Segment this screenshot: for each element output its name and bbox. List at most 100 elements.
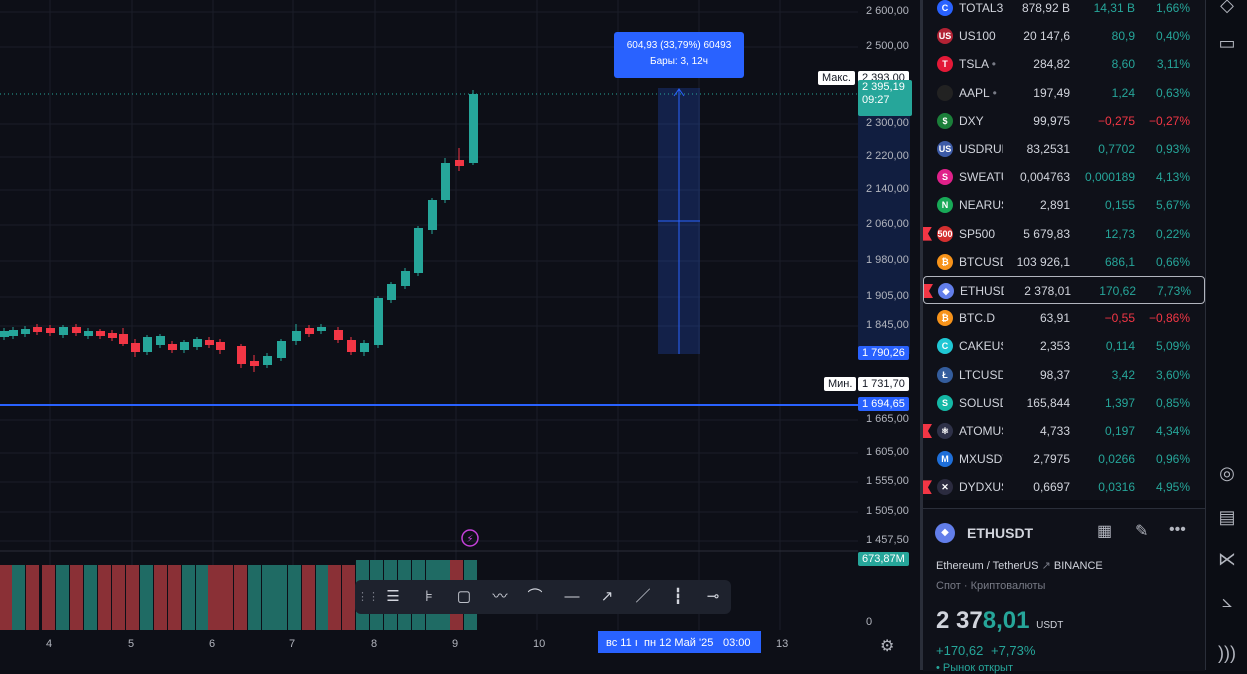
- volume-bar: [126, 565, 139, 630]
- horizontal-line-icon[interactable]: —: [560, 586, 584, 608]
- dash-line-icon[interactable]: ⊸: [701, 586, 725, 608]
- watchlist-row[interactable]: US US100 20 147,6 80,9 0,40%: [923, 22, 1205, 50]
- flag-icon[interactable]: [924, 284, 933, 298]
- flag-icon[interactable]: [923, 480, 932, 495]
- watchlist-change: −0,275: [1097, 113, 1135, 128]
- volume-bar: [262, 565, 275, 630]
- watchlist-row[interactable]: ⚛ ATOMUSDT 4,733 0,197 4,34%: [923, 417, 1205, 445]
- layers-icon[interactable]: ◇: [1216, 0, 1238, 16]
- watchlist-last: 83,2531: [1026, 142, 1070, 156]
- watchlist-last: 4,733: [1039, 424, 1070, 438]
- watchlist-symbol: BTCUSDT: [959, 254, 1003, 269]
- layout-icon[interactable]: ▦: [1097, 521, 1112, 541]
- measure-line2: Бары: 3, 12ч: [650, 56, 708, 67]
- watchlist-symbol: ETHUSDT: [960, 284, 1004, 298]
- price-axis-label: 1 505,00: [866, 505, 909, 517]
- watchlist-symbol: DYDXUSDT: [959, 480, 1003, 495]
- chat-icon[interactable]: ▭: [1216, 32, 1238, 54]
- candle-body: [46, 328, 55, 333]
- symbol-icon: ₿: [937, 310, 953, 327]
- watchlist-row[interactable]: Ł LTCUSDT 98,37 3,42 3,60%: [923, 361, 1205, 389]
- watchlist-row[interactable]: C TOTAL3 878,92 B 14,31 B 1,66%: [923, 0, 1205, 22]
- candle-body: [334, 330, 343, 340]
- watchlist-change: 1,24: [1111, 85, 1135, 100]
- watchlist-percent: 0,22%: [1155, 226, 1190, 241]
- signal-icon[interactable]: ))): [1216, 642, 1238, 664]
- candle-body: [131, 343, 140, 352]
- more-icon[interactable]: •••: [1169, 521, 1186, 539]
- settings-gear-icon[interactable]: ⚙: [880, 636, 894, 656]
- indicator-icon[interactable]: ⦣: [1216, 590, 1238, 612]
- watchlist-row[interactable]: $ DXY 99,975 −0,275 −0,27%: [923, 107, 1205, 135]
- symbol-icon: $: [937, 112, 953, 129]
- watchlist-percent: −0,86%: [1148, 311, 1190, 326]
- candle-body: [347, 340, 356, 352]
- watchlist-row[interactable]: ₿ BTCUSDT 103 926,1 686,1 0,66%: [923, 248, 1205, 276]
- watchlist-row[interactable]: ✕ DYDXUSDT 0,6697 0,0316 4,95%: [923, 473, 1205, 500]
- candle-body: [414, 228, 423, 273]
- watchlist-change: 1,397: [1104, 395, 1135, 410]
- calendar-icon[interactable]: ▤: [1216, 506, 1238, 528]
- watchlist-row[interactable]: T TSLA • 284,82 8,60 3,11%: [923, 50, 1205, 78]
- watchlist-row[interactable]: S SWEATUSDT 0,004763 0,000189 4,13%: [923, 163, 1205, 191]
- watchlist-symbol: CAKEUSDT: [959, 339, 1003, 354]
- lines-icon[interactable]: ☰: [381, 586, 405, 608]
- watchlist-change: 0,0266: [1098, 452, 1135, 467]
- watchlist-last: 0,6697: [1033, 480, 1070, 495]
- fib-icon[interactable]: ⊧: [417, 586, 441, 608]
- watchlist-row[interactable]: 500 SP500 5 679,83 12,73 0,22%: [923, 220, 1205, 248]
- watchlist-symbol: BTC.D: [959, 311, 995, 326]
- candle-body: [33, 327, 42, 332]
- watchlist-change: 80,9: [1111, 29, 1135, 44]
- watchlist-percent: 0,63%: [1155, 85, 1190, 100]
- watchlist-percent: 4,34%: [1155, 424, 1190, 438]
- volume-bar: [168, 565, 181, 630]
- price-chart[interactable]: ⚡: [0, 0, 920, 670]
- candles-icon[interactable]: ┇: [666, 586, 690, 608]
- rectangle-icon[interactable]: ▢: [452, 586, 476, 608]
- details-currency: USDT: [1036, 620, 1064, 631]
- edit-icon[interactable]: ✎: [1135, 521, 1148, 541]
- price-axis-label: 1 845,00: [866, 319, 909, 331]
- watchlist-row[interactable]: AAPL • 197,49 1,24 0,63%: [923, 79, 1205, 107]
- watchlist-symbol: TSLA •: [959, 57, 996, 72]
- watchlist-change: 3,42: [1111, 367, 1135, 382]
- watchlist-row[interactable]: ◆ ETHUSDT 2 378,01 170,62 7,73%: [923, 276, 1205, 304]
- price-axis-label: 0: [866, 616, 873, 628]
- chart-pattern-icon[interactable]: ⋉: [1216, 548, 1238, 570]
- path-icon[interactable]: 〰: [488, 586, 512, 608]
- watchlist-row[interactable]: ₿ BTC.D 63,91 −0,55 −0,86%: [923, 304, 1205, 332]
- watchlist-percent: 1,66%: [1155, 1, 1190, 15]
- watchlist-percent: 0,96%: [1155, 452, 1190, 467]
- watchlist-row[interactable]: US USDRUB 83,2531 0,7702 0,93%: [923, 135, 1205, 163]
- ray-icon[interactable]: ↗: [595, 586, 619, 608]
- watchlist[interactable]: C TOTAL3 878,92 B 14,31 B 1,66% US US100 20 147…: [923, 0, 1205, 500]
- symbol-icon: N: [937, 197, 953, 214]
- price-axis-label: 2 060,00: [866, 218, 909, 230]
- measure-line1: 604,93 (33,79%) 60493: [626, 40, 732, 51]
- gauge-icon[interactable]: ◎: [1216, 462, 1238, 484]
- drag-handle-icon[interactable]: ⋮⋮: [357, 586, 379, 608]
- symbol-icon: C: [937, 338, 953, 355]
- chart-area[interactable]: ⚡ 2 600,00 2 500,00 2 300,00 2 220,00 2 140,…: [0, 0, 920, 670]
- flag-icon[interactable]: [923, 226, 932, 241]
- trend-line-icon[interactable]: ／: [631, 586, 655, 608]
- watchlist-percent: 5,67%: [1155, 198, 1190, 213]
- details-market-status: • Рынок открыт: [936, 662, 1013, 674]
- watchlist-row[interactable]: S SOLUSDT 165,844 1,397 0,85%: [923, 389, 1205, 417]
- details-exchange: BINANCE: [1053, 560, 1103, 572]
- watchlist-row[interactable]: M MXUSDT 2,7975 0,0266 0,96%: [923, 445, 1205, 473]
- details-price-main: 2 37: [936, 607, 983, 634]
- flag-icon[interactable]: [923, 424, 932, 438]
- watchlist-percent: −0,27%: [1148, 113, 1190, 128]
- candle-body: [305, 328, 314, 334]
- right-toolbar[interactable]: ◇ ▭ ◎ ▤ ⋉ ⦣ ))): [1205, 0, 1247, 670]
- curve-icon[interactable]: ⌒: [523, 586, 547, 608]
- drawing-toolbar[interactable]: ⋮⋮ ☰ ⊧ ▢ 〰 ⌒ — ↗ ／ ┇ ⊸: [355, 580, 731, 614]
- symbol-details: ◆ ETHUSDT ▦ ✎ ••• Ethereum / TetherUS ↗ …: [923, 508, 1205, 674]
- symbol-icon: ✕: [937, 479, 953, 496]
- external-link-icon[interactable]: ↗: [1042, 560, 1054, 572]
- symbol-icon: [937, 84, 953, 101]
- watchlist-row[interactable]: N NEARUSDT 2,891 0,155 5,67%: [923, 191, 1205, 219]
- watchlist-row[interactable]: C CAKEUSDT 2,353 0,114 5,09%: [923, 332, 1205, 360]
